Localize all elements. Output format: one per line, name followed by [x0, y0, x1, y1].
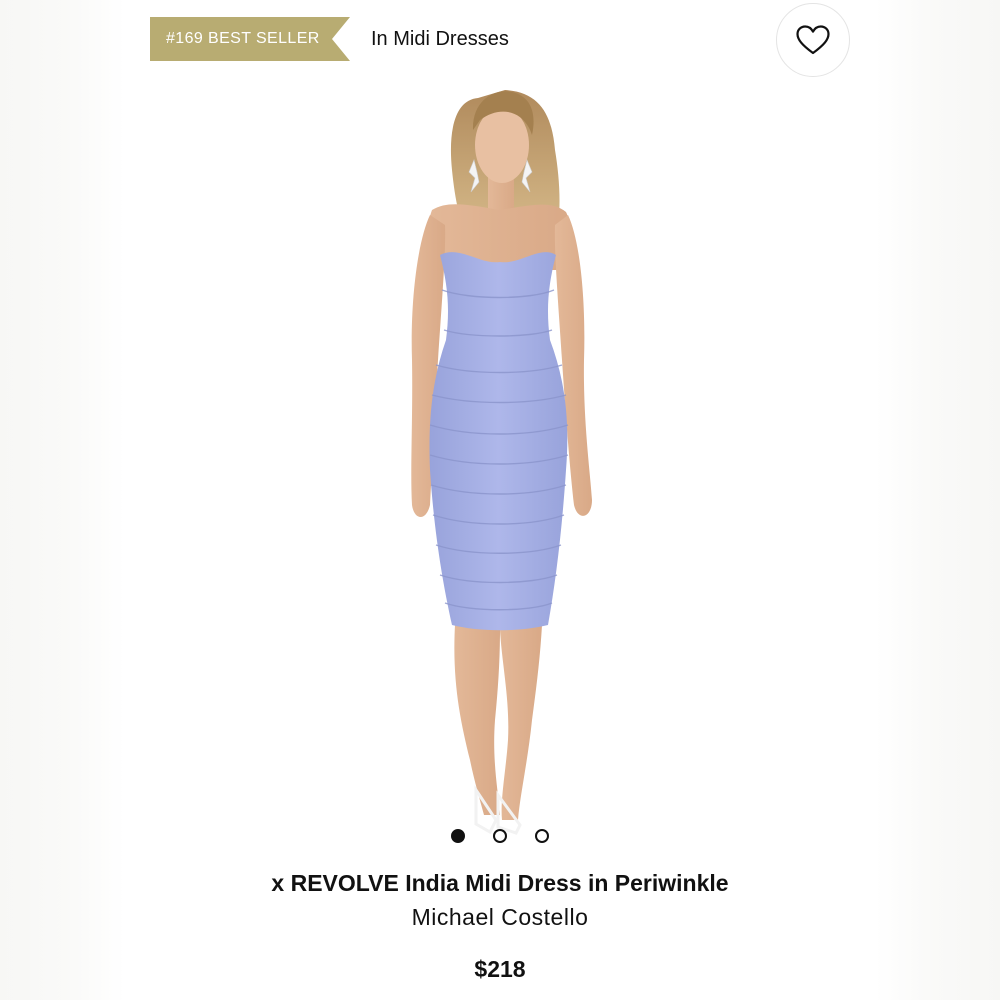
background-edge-left [0, 0, 125, 1000]
brand-name[interactable]: Michael Costello [0, 902, 1000, 932]
product-image[interactable] [370, 80, 630, 860]
category-link[interactable]: In Midi Dresses [371, 26, 509, 52]
favorite-button[interactable] [776, 3, 850, 77]
product-price: $218 [474, 956, 526, 982]
carousel-dots [451, 829, 551, 845]
background-edge-right [875, 0, 1000, 1000]
product-title: x REVOLVE India Midi Dress in Periwinkle [271, 870, 729, 896]
carousel-dot-2[interactable] [493, 829, 507, 843]
model-figure [411, 90, 592, 835]
carousel-dot-3[interactable] [535, 829, 549, 843]
heart-icon [796, 25, 830, 55]
best-seller-badge: #169 BEST SELLER [150, 17, 350, 61]
carousel-dot-1[interactable] [451, 829, 465, 843]
best-seller-label: #169 BEST SELLER [166, 30, 320, 47]
